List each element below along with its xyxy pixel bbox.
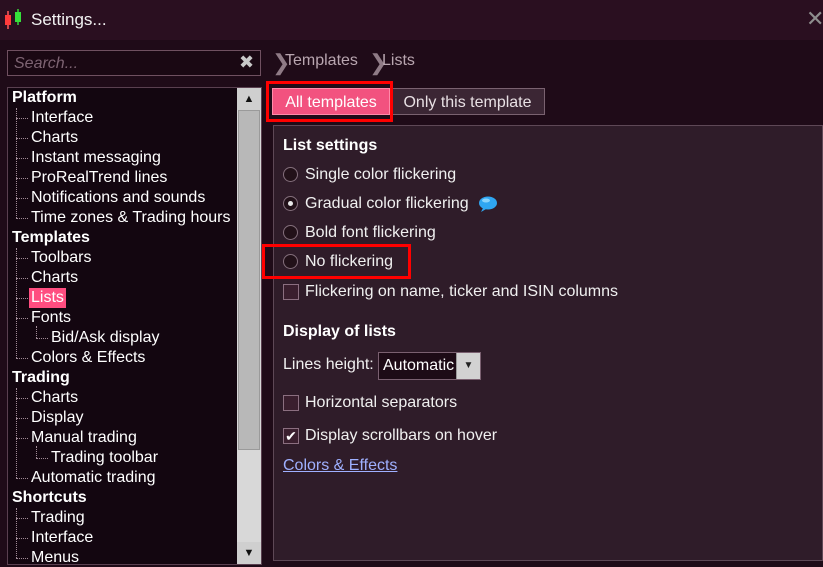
tree-item-label: Display	[31, 409, 84, 426]
tree-item-label: Platform	[12, 89, 77, 106]
settings-tree: Platform Interface Charts Instant messaging…	[7, 87, 262, 565]
tree-item-label: Menus	[31, 549, 80, 565]
breadcrumb-lists[interactable]: Lists	[382, 52, 415, 70]
tree-item-label: Manual trading	[31, 429, 137, 446]
lines-height-select[interactable]: Automatic ▼	[378, 352, 481, 380]
tree-connector	[16, 138, 28, 139]
tree-item-label: Fonts	[31, 309, 72, 326]
tree-connector	[16, 388, 17, 478]
display-of-lists-heading: Display of lists	[283, 323, 396, 340]
tree-connector	[16, 248, 17, 358]
tree-connector	[16, 358, 28, 359]
breadcrumb-templates[interactable]: Templates	[285, 52, 358, 70]
candlestick-chart-icon	[5, 9, 21, 29]
tree-connector	[16, 518, 28, 519]
title-bar: Settings... ✕	[0, 0, 823, 40]
tree-connector	[16, 218, 28, 219]
close-icon[interactable]: ✕	[806, 6, 823, 32]
tree-connector	[16, 558, 28, 559]
tree-connector	[16, 438, 28, 439]
tree-item-label: Automatic trading	[31, 469, 156, 486]
tree-connector	[36, 338, 48, 339]
tree-item-label: Charts	[31, 129, 79, 146]
tree-item-label: Time zones & Trading hours	[31, 209, 231, 226]
list-settings-heading: List settings	[283, 137, 378, 154]
tab-only-this-template[interactable]: Only this template	[390, 88, 545, 115]
radio-button-selected[interactable]	[283, 196, 298, 211]
tree-connector	[16, 178, 28, 179]
tree-item-label: Trading toolbar	[51, 449, 159, 466]
colors-effects-link[interactable]: Colors & Effects	[283, 457, 397, 475]
tree-item-label: Shortcuts	[12, 489, 87, 506]
tree-item-label: Trading	[31, 509, 85, 526]
clear-x-icon[interactable]: ✖	[239, 52, 254, 73]
lines-height-label: Lines height:	[283, 356, 374, 373]
window-title: Settings...	[31, 10, 107, 29]
radio-button[interactable]	[283, 225, 298, 240]
search-box[interactable]: ✖	[7, 50, 261, 76]
tree-item-label: Colors & Effects	[31, 349, 146, 366]
tree-item-label: Templates	[12, 229, 90, 246]
tree-item-label: Charts	[31, 269, 79, 286]
settings-panel	[273, 125, 823, 561]
tree-connector	[16, 508, 17, 558]
scrollbar-thumb[interactable]	[238, 110, 260, 450]
tree-connector	[36, 446, 37, 458]
tree-connector	[16, 158, 28, 159]
checkbox[interactable]	[283, 284, 299, 300]
tree-item-label: Interface	[31, 109, 94, 126]
tree-connector	[16, 298, 28, 299]
tree-item-label: Trading	[12, 369, 70, 386]
tree-item-label: Charts	[31, 389, 79, 406]
radio-button[interactable]	[283, 167, 298, 182]
scroll-down-arrow-icon[interactable]: ▼	[237, 542, 261, 564]
tree-connector	[16, 118, 28, 119]
tree-item-label: ProRealTrend lines	[31, 169, 168, 186]
tree-connector	[16, 398, 28, 399]
tree-connector	[36, 458, 48, 459]
tree-item-label: Notifications and sounds	[31, 189, 206, 206]
tree-connector	[16, 418, 28, 419]
tree-connector	[36, 326, 37, 338]
tree-item-label: Instant messaging	[31, 149, 161, 166]
chat-bubble-icon[interactable]	[478, 196, 498, 212]
highlight-box-all-templates	[266, 81, 393, 122]
chevron-down-icon[interactable]: ▼	[456, 353, 480, 379]
checkbox-checked[interactable]: ✔	[283, 428, 299, 444]
lines-height-value: Automatic	[383, 357, 455, 374]
search-input[interactable]	[12, 53, 236, 75]
tree-connector	[16, 478, 28, 479]
tree-connector	[16, 538, 28, 539]
tree-connector	[16, 278, 28, 279]
tree-item-label: Toolbars	[31, 249, 92, 266]
tree-scrollbar[interactable]: ▲ ▼	[237, 88, 261, 564]
tree-item-label: Lists	[29, 288, 66, 308]
highlight-box-no-flickering	[262, 244, 411, 279]
tree-connector	[16, 258, 28, 259]
scroll-up-arrow-icon[interactable]: ▲	[237, 88, 261, 110]
tree-connector	[16, 108, 17, 218]
checkbox[interactable]	[283, 395, 299, 411]
tree-connector	[16, 198, 28, 199]
tree-item-label: Bid/Ask display	[51, 329, 160, 346]
tree-item-label: Interface	[31, 529, 94, 546]
tree-connector	[16, 318, 28, 319]
